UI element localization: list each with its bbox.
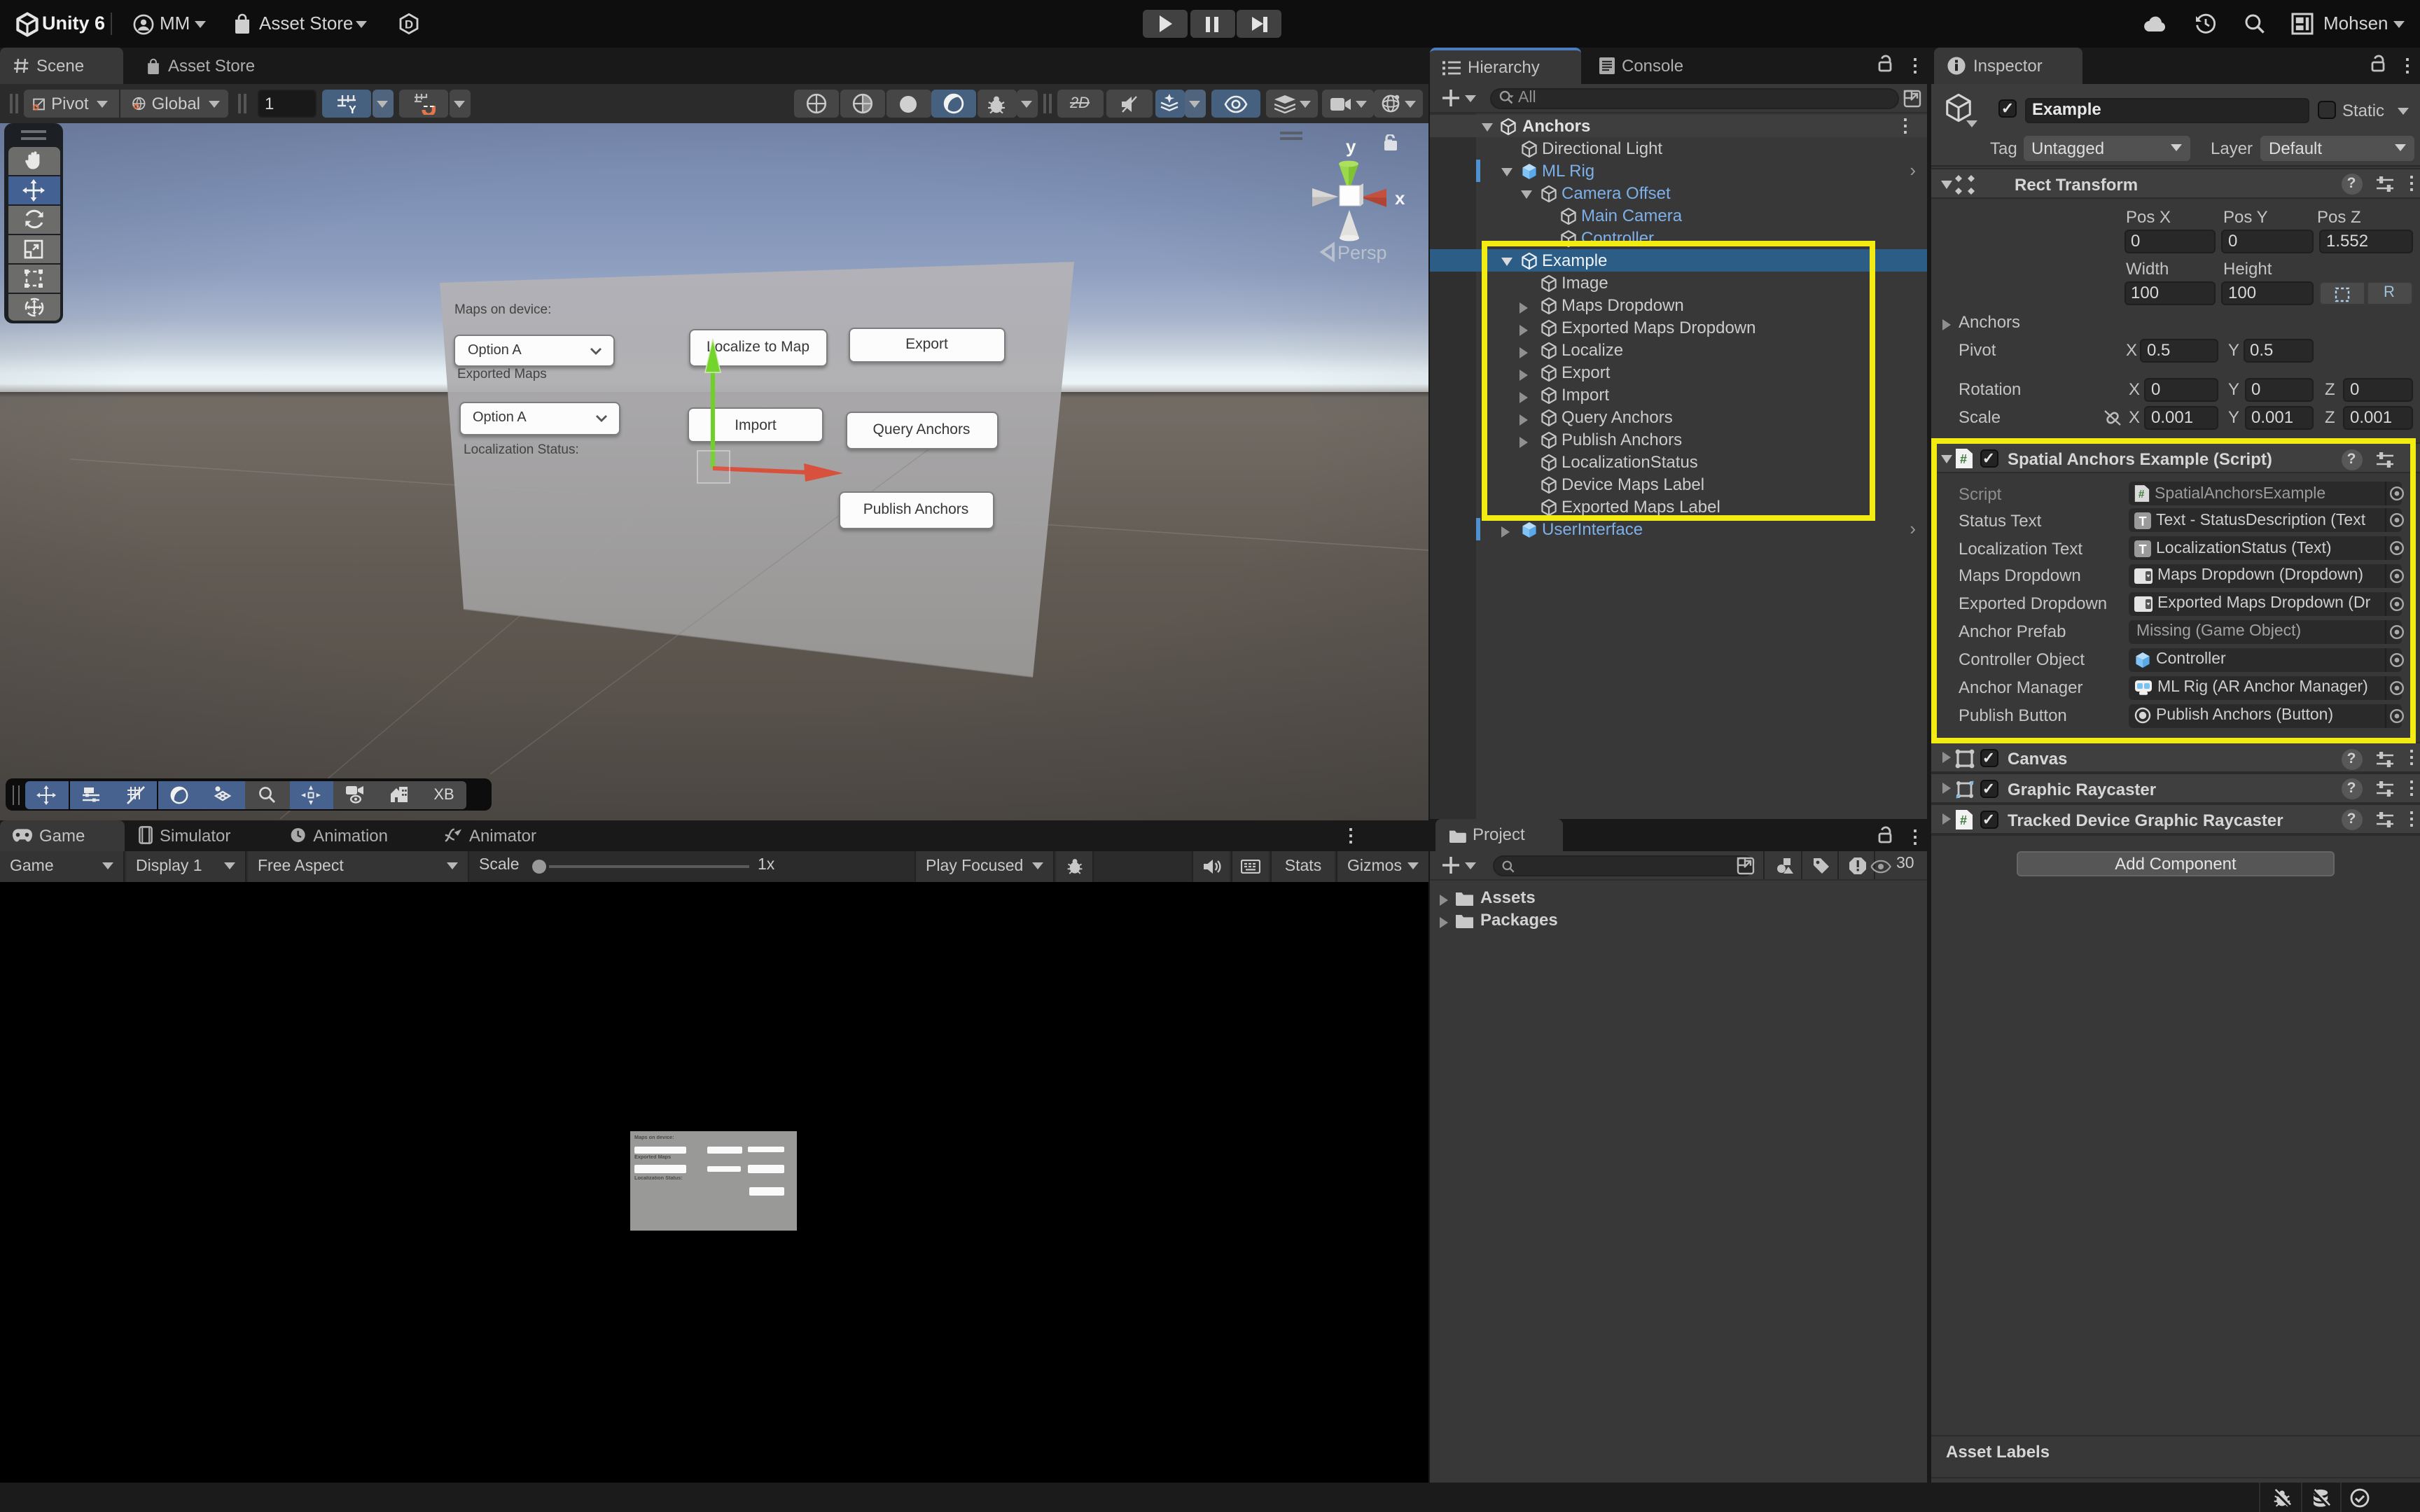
svg-text:x: x: [1395, 188, 1405, 209]
svg-text:#: #: [1959, 813, 1966, 827]
svg-text:D: D: [405, 18, 413, 31]
svg-text:#: #: [2138, 489, 2144, 500]
svg-text:T: T: [2139, 514, 2146, 528]
svg-text:Y: Y: [349, 104, 356, 114]
svg-text:Persp: Persp: [1337, 242, 1387, 263]
svg-text:y: y: [1346, 136, 1356, 157]
svg-text:T: T: [2139, 542, 2146, 556]
svg-text:#: #: [1959, 452, 1966, 466]
